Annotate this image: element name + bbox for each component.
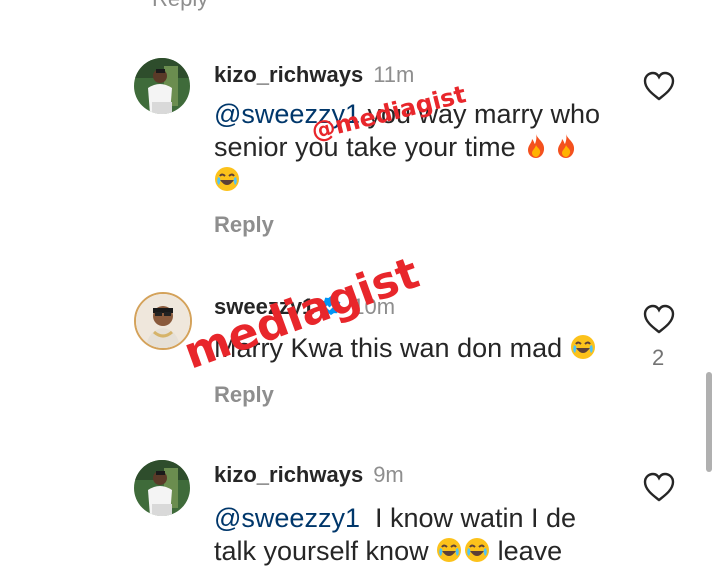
comment-text: @sweezzy1 you way marry who senior you t… — [214, 98, 634, 197]
mention-link[interactable]: @sweezzy1 — [214, 99, 360, 129]
comment-text-line-2: senior you take your time — [214, 132, 516, 162]
comment-text-line-1: you way marry who — [359, 99, 601, 129]
username[interactable]: sweezzy1 — [214, 294, 314, 319]
heart-icon[interactable] — [642, 303, 676, 335]
comment-text-line-2: talk yourself know — [214, 536, 429, 566]
laughing-emoji — [436, 537, 462, 563]
comment-text: @sweezzy1 I know watin I de talk yoursel… — [214, 502, 634, 568]
comment-text-line-1: Marry Kwa this wan don mad — [214, 333, 563, 363]
avatar[interactable] — [134, 58, 190, 114]
username[interactable]: kizo_richways — [214, 62, 363, 87]
timestamp: 11m — [373, 62, 415, 87]
fire-emoji — [523, 133, 549, 159]
comment-text-line-2-tail: leave — [490, 536, 563, 566]
comment-header: kizo_richways 9m — [214, 462, 404, 488]
timestamp: 9m — [373, 462, 404, 487]
verified-badge-icon — [320, 295, 342, 317]
username[interactable]: kizo_richways — [214, 462, 363, 487]
laughing-emoji — [464, 537, 490, 563]
comment-header: kizo_richways 11m — [214, 62, 414, 88]
timestamp: 10m — [352, 294, 396, 319]
heart-icon[interactable] — [642, 471, 676, 503]
reply-button[interactable]: Reply — [214, 212, 274, 238]
mention-link[interactable]: @sweezzy1 — [214, 503, 360, 533]
reply-button[interactable]: Reply — [214, 382, 274, 408]
like-count: 2 — [652, 345, 665, 370]
avatar[interactable] — [134, 460, 190, 516]
scrollbar-thumb[interactable] — [706, 372, 712, 472]
heart-icon[interactable] — [642, 70, 676, 102]
reply-link-partial[interactable]: Reply — [152, 0, 208, 12]
fire-emoji — [553, 133, 579, 159]
comment-text-line-1: I know watin I de — [359, 503, 577, 533]
laughing-emoji — [570, 334, 596, 360]
laughing-emoji — [214, 166, 240, 192]
comment-text: Marry Kwa this wan don mad — [214, 332, 634, 365]
comment-header: sweezzy1 10m — [214, 294, 395, 320]
avatar[interactable] — [134, 292, 192, 350]
